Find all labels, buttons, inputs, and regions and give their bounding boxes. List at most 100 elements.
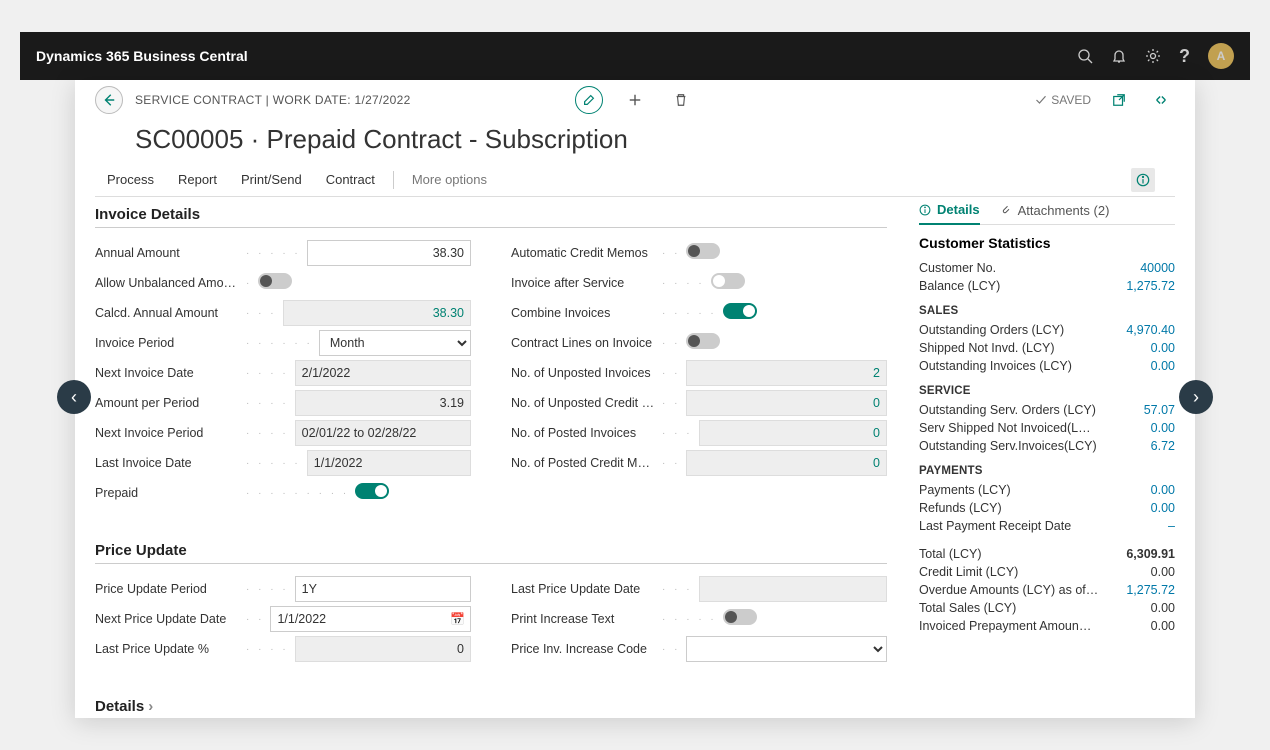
bell-icon[interactable] bbox=[1111, 48, 1127, 64]
prepaid-toggle[interactable] bbox=[355, 483, 389, 499]
stats-heading: Customer Statistics bbox=[919, 235, 1175, 251]
label-combine-invoices: Combine Invoices bbox=[511, 306, 656, 320]
label-next-invoice-period: Next Invoice Period bbox=[95, 426, 240, 440]
value-outstanding-invoices[interactable]: 0.00 bbox=[1151, 359, 1175, 373]
amount-per-period-field bbox=[295, 390, 471, 416]
tab-attachments[interactable]: Attachments (2) bbox=[1000, 196, 1110, 224]
price-update-form: Price Update Period· · · · Next Price Up… bbox=[95, 574, 887, 664]
popout-icon[interactable] bbox=[1105, 86, 1133, 114]
value-shipped-not-invd[interactable]: 0.00 bbox=[1151, 341, 1175, 355]
label-outstanding-serv-orders: Outstanding Serv. Orders (LCY) bbox=[919, 403, 1104, 417]
last-invoice-date-field bbox=[307, 450, 471, 476]
collapse-icon[interactable] bbox=[1147, 86, 1175, 114]
label-refunds: Refunds (LCY) bbox=[919, 501, 1010, 515]
value-credit-limit: 0.00 bbox=[1151, 565, 1175, 579]
action-print-send[interactable]: Print/Send bbox=[229, 172, 314, 187]
label-outstanding-orders: Outstanding Orders (LCY) bbox=[919, 323, 1072, 337]
value-last-receipt[interactable]: – bbox=[1168, 519, 1175, 533]
value-total: 6,309.91 bbox=[1126, 547, 1175, 561]
value-customer-no[interactable]: 40000 bbox=[1140, 261, 1175, 275]
invoice-period-select[interactable]: Month bbox=[319, 330, 471, 356]
avatar[interactable]: A bbox=[1208, 43, 1234, 69]
page-title: SC00005 · Prepaid Contract - Subscriptio… bbox=[75, 120, 1195, 163]
search-icon[interactable] bbox=[1077, 48, 1093, 64]
label-invoiced-prepay: Invoiced Prepayment Amoun… bbox=[919, 619, 1099, 633]
label-invoice-period: Invoice Period bbox=[95, 336, 240, 350]
action-contract[interactable]: Contract bbox=[314, 172, 387, 187]
saved-indicator: SAVED bbox=[1035, 93, 1091, 107]
value-outstanding-serv-inv[interactable]: 6.72 bbox=[1151, 439, 1175, 453]
annual-amount-input[interactable] bbox=[307, 240, 471, 266]
tab-details[interactable]: Details bbox=[919, 196, 980, 225]
app-title: Dynamics 365 Business Central bbox=[36, 48, 1077, 64]
app-bar: Dynamics 365 Business Central ? A bbox=[20, 32, 1250, 80]
value-overdue[interactable]: 1,275.72 bbox=[1126, 583, 1175, 597]
posted-credit-field[interactable] bbox=[686, 450, 887, 476]
contract-lines-toggle[interactable] bbox=[686, 333, 720, 349]
value-balance[interactable]: 1,275.72 bbox=[1126, 279, 1175, 293]
unposted-invoices-field[interactable] bbox=[686, 360, 887, 386]
label-price-inv-increase-code: Price Inv. Increase Code bbox=[511, 642, 656, 656]
next-invoice-date-field bbox=[295, 360, 471, 386]
header-mode-actions bbox=[575, 86, 695, 114]
label-balance: Balance (LCY) bbox=[919, 279, 1008, 293]
invoice-details-form: Annual Amount· · · · · Allow Unbalanced … bbox=[95, 238, 887, 508]
value-outstanding-serv-orders[interactable]: 57.07 bbox=[1144, 403, 1175, 417]
value-refunds[interactable]: 0.00 bbox=[1151, 501, 1175, 515]
action-more-options[interactable]: More options bbox=[400, 172, 499, 187]
label-auto-credit-memos: Automatic Credit Memos bbox=[511, 246, 656, 260]
record-card: SERVICE CONTRACT | WORK DATE: 1/27/2022 … bbox=[75, 80, 1195, 718]
price-update-period-input[interactable] bbox=[295, 576, 471, 602]
label-calcd-annual: Calcd. Annual Amount bbox=[95, 306, 240, 320]
edit-icon[interactable] bbox=[575, 86, 603, 114]
service-heading: SERVICE bbox=[919, 385, 1175, 397]
label-last-price-update-pct: Last Price Update % bbox=[95, 642, 240, 656]
label-overdue: Overdue Amounts (LCY) as of… bbox=[919, 583, 1106, 597]
section-price-update[interactable]: Price Update bbox=[95, 532, 887, 564]
value-outstanding-orders[interactable]: 4,970.40 bbox=[1126, 323, 1175, 337]
combine-invoices-toggle[interactable] bbox=[723, 303, 757, 319]
allow-unbalanced-toggle[interactable] bbox=[258, 273, 292, 289]
section-invoice-details[interactable]: Invoice Details bbox=[95, 196, 887, 228]
label-outstanding-invoices: Outstanding Invoices (LCY) bbox=[919, 359, 1080, 373]
label-unposted-credit: No. of Unposted Credit … bbox=[511, 396, 656, 410]
unposted-credit-field[interactable] bbox=[686, 390, 887, 416]
label-last-receipt: Last Payment Receipt Date bbox=[919, 519, 1079, 533]
label-next-invoice-date: Next Invoice Date bbox=[95, 366, 240, 380]
label-credit-limit: Credit Limit (LCY) bbox=[919, 565, 1026, 579]
new-icon[interactable] bbox=[621, 86, 649, 114]
label-price-update-period: Price Update Period bbox=[95, 582, 240, 596]
print-increase-toggle[interactable] bbox=[723, 609, 757, 625]
label-posted-invoices: No. of Posted Invoices bbox=[511, 426, 656, 440]
back-button[interactable] bbox=[95, 86, 123, 114]
label-print-increase-text: Print Increase Text bbox=[511, 612, 656, 626]
label-last-invoice-date: Last Invoice Date bbox=[95, 456, 240, 470]
price-inv-increase-code-select[interactable] bbox=[686, 636, 887, 662]
value-serv-shipped-not-inv[interactable]: 0.00 bbox=[1151, 421, 1175, 435]
header-right: SAVED bbox=[1035, 86, 1175, 114]
gear-icon[interactable] bbox=[1145, 48, 1161, 64]
delete-icon[interactable] bbox=[667, 86, 695, 114]
action-report[interactable]: Report bbox=[166, 172, 229, 187]
action-process[interactable]: Process bbox=[95, 172, 166, 187]
section-details[interactable]: Details bbox=[95, 688, 887, 718]
invoice-after-service-toggle[interactable] bbox=[711, 273, 745, 289]
next-record-button[interactable]: › bbox=[1179, 380, 1213, 414]
card-header: SERVICE CONTRACT | WORK DATE: 1/27/2022 … bbox=[75, 80, 1195, 120]
page-background: ‹ › SERVICE CONTRACT | WORK DATE: 1/27/2… bbox=[20, 80, 1250, 718]
info-icon[interactable] bbox=[1131, 168, 1155, 192]
label-payments: Payments (LCY) bbox=[919, 483, 1019, 497]
last-price-update-pct-field bbox=[295, 636, 471, 662]
auto-credit-memos-toggle[interactable] bbox=[686, 243, 720, 259]
label-next-price-update-date: Next Price Update Date bbox=[95, 612, 240, 626]
help-icon[interactable]: ? bbox=[1179, 46, 1190, 67]
sales-heading: SALES bbox=[919, 305, 1175, 317]
action-bar: Process Report Print/Send Contract More … bbox=[95, 163, 1175, 197]
main-panel: Invoice Details Annual Amount· · · · · A… bbox=[95, 196, 903, 718]
next-price-update-date-input[interactable] bbox=[270, 606, 471, 632]
prev-record-button[interactable]: ‹ bbox=[57, 380, 91, 414]
posted-invoices-field[interactable] bbox=[699, 420, 887, 446]
value-payments[interactable]: 0.00 bbox=[1151, 483, 1175, 497]
label-posted-credit: No. of Posted Credit Me… bbox=[511, 456, 656, 470]
label-unposted-invoices: No. of Unposted Invoices bbox=[511, 366, 656, 380]
